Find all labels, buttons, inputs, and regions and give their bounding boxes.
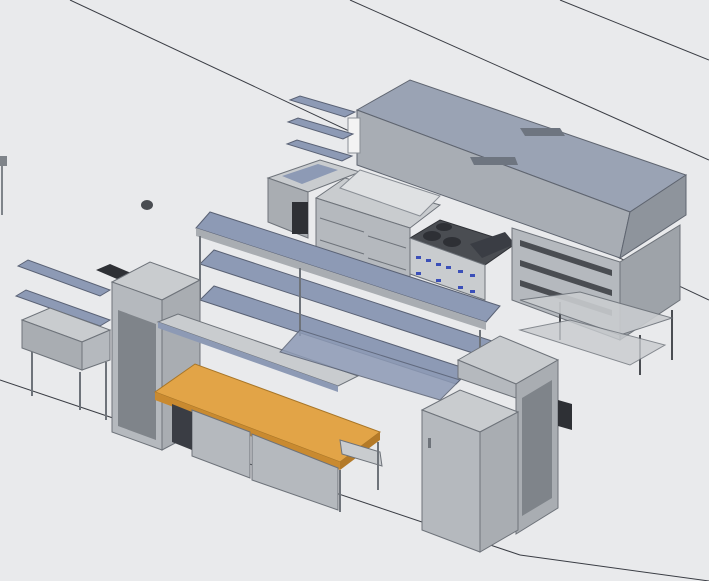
kitchen-render: [0, 0, 709, 581]
butcher-block-worktable: [153, 363, 383, 512]
kitchen-render-canvas: [0, 0, 709, 581]
floor-drain: [141, 200, 153, 210]
edge-fixture: [0, 156, 7, 166]
